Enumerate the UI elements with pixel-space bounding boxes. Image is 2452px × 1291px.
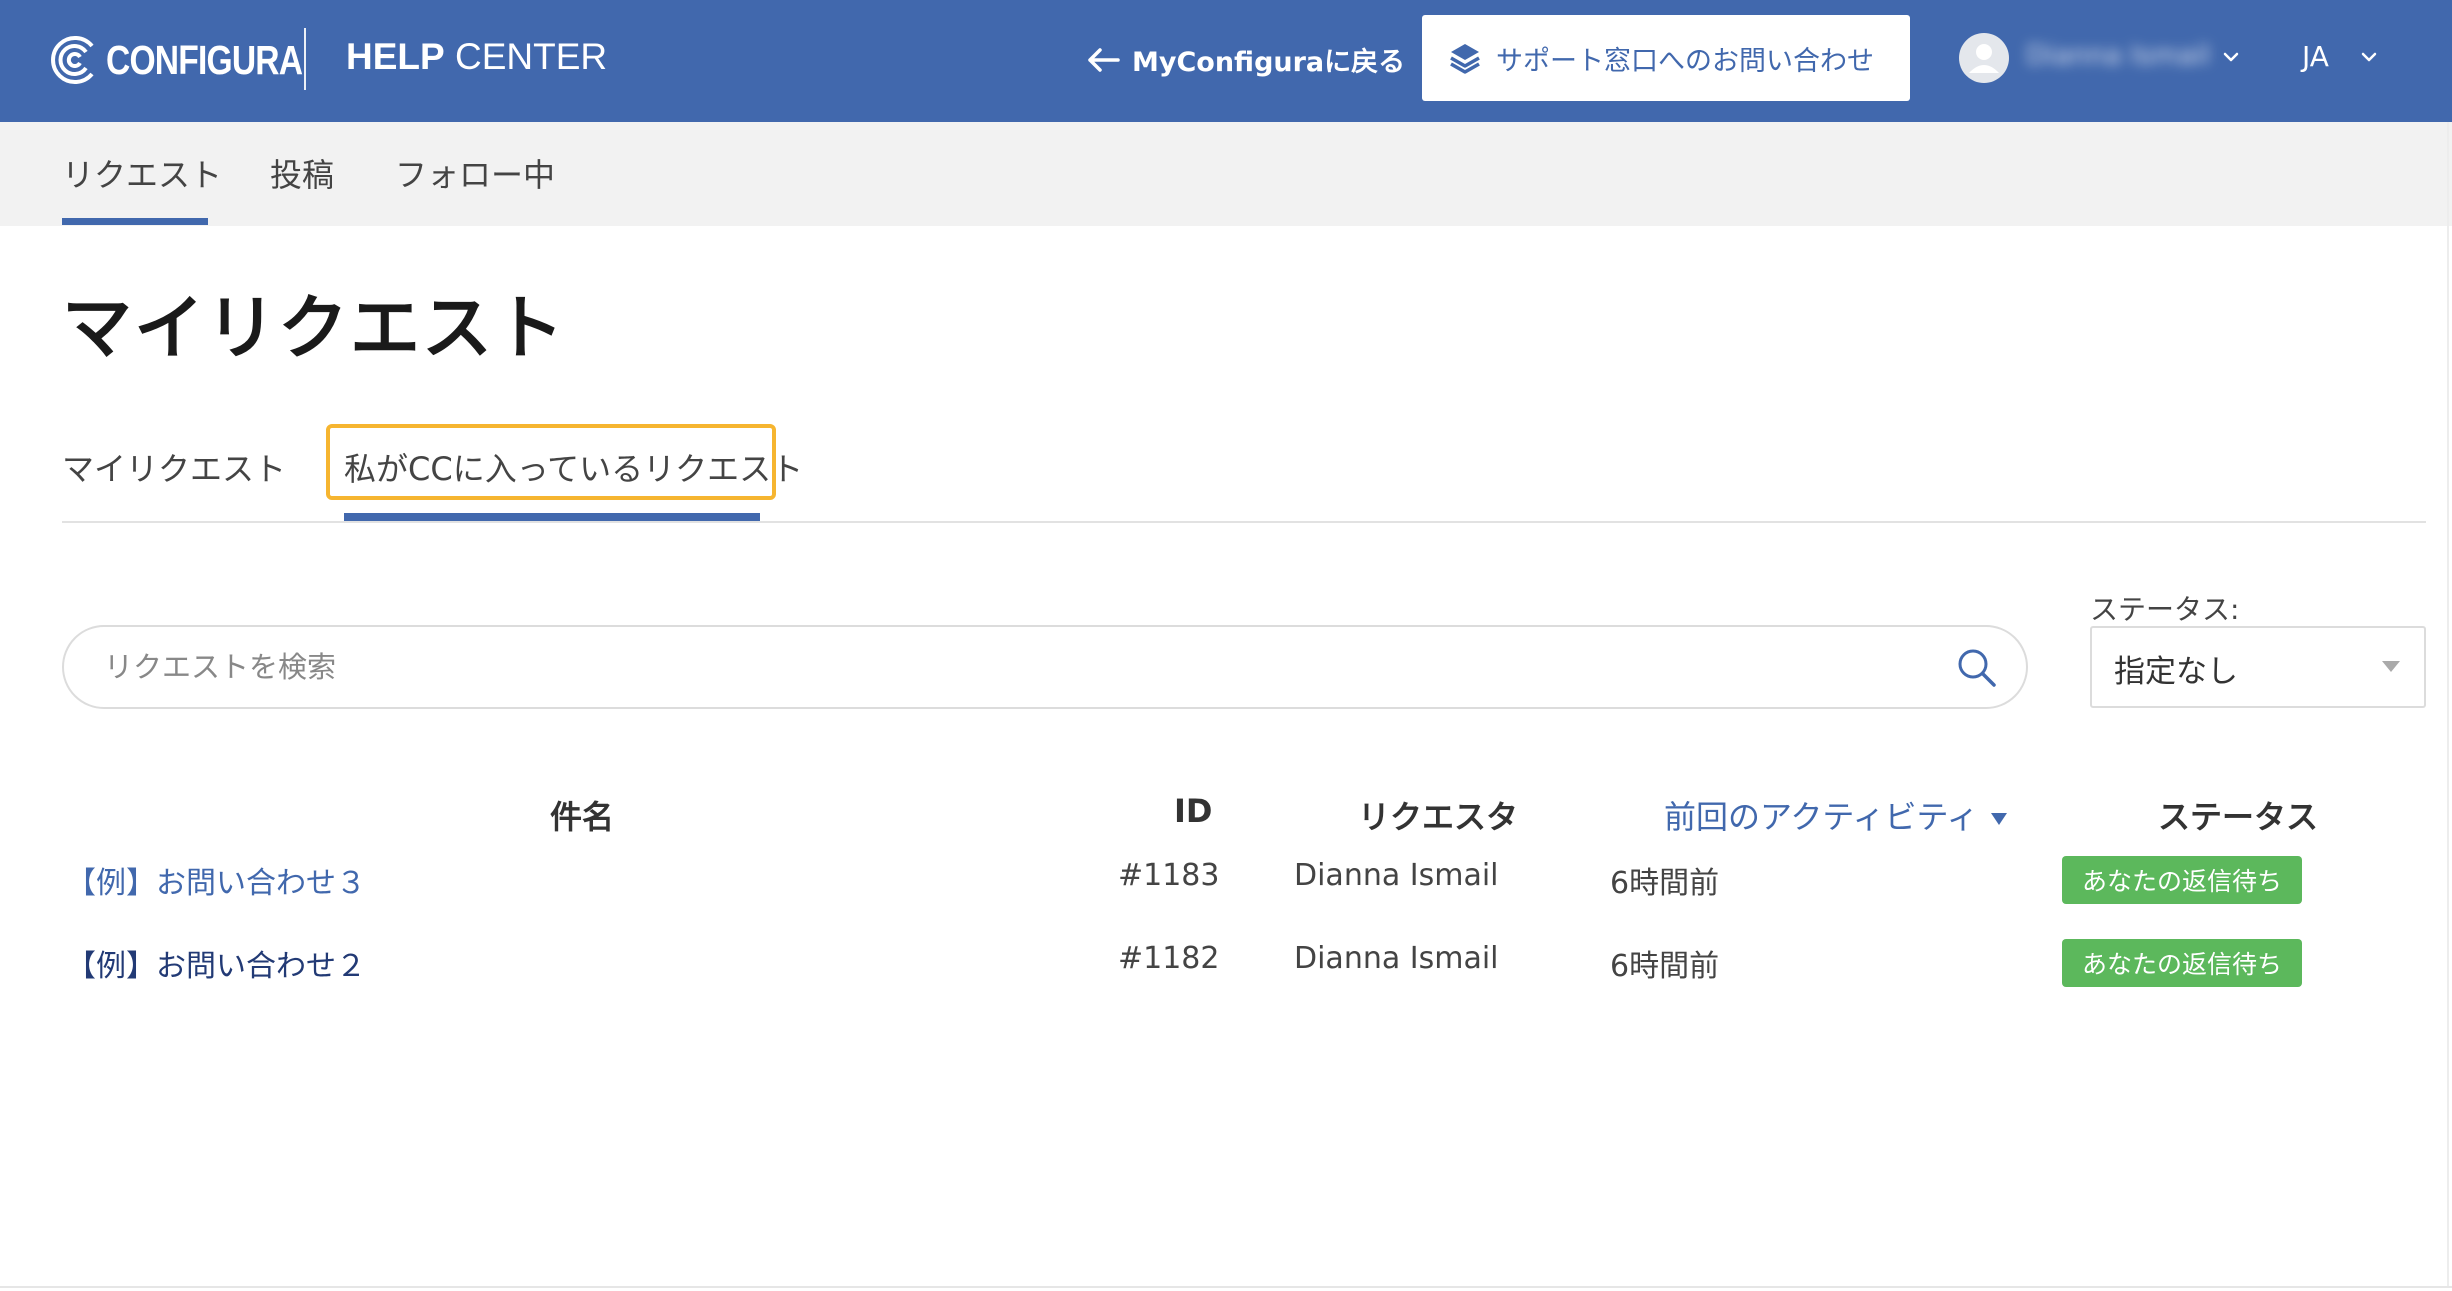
tabs-divider xyxy=(62,521,2426,523)
help-center-title[interactable]: HELP CENTER xyxy=(346,36,607,78)
sort-descending-icon xyxy=(1990,813,2007,825)
configura-logo-icon xyxy=(51,36,94,84)
language-selector[interactable]: JA xyxy=(2302,40,2329,73)
last-activity-header-label: 前回のアクティビティ xyxy=(1664,798,1979,836)
status-filter-label: ステータス: xyxy=(2090,593,2240,626)
status-badge: あなたの返信待ち xyxy=(2062,939,2302,987)
chevron-down-icon[interactable] xyxy=(2358,46,2380,68)
layers-icon xyxy=(1450,44,1480,74)
request-subject-link[interactable]: 【例】お問い合わせ２ xyxy=(66,941,366,985)
help-center-title-bold: HELP xyxy=(346,36,445,77)
user-avatar-icon[interactable] xyxy=(1959,33,2009,83)
back-link-label: MyConfiguraに戻る xyxy=(1132,47,1406,78)
request-subject-link[interactable]: 【例】お問い合わせ３ xyxy=(66,858,366,902)
contact-support-label: サポート窓口へのお問い合わせ xyxy=(1496,45,1874,77)
request-id: #1183 xyxy=(1118,858,1220,893)
user-name[interactable]: Dianna Ismail xyxy=(2026,40,2210,71)
configura-logo[interactable]: CONFIGURA xyxy=(48,30,345,90)
subnav-item-posts[interactable]: 投稿 xyxy=(270,150,334,196)
status-filter-select[interactable]: 指定なし xyxy=(2090,626,2426,708)
request-requester: Dianna Ismail xyxy=(1294,941,1499,976)
page-border-bottom xyxy=(0,1286,2452,1288)
request-id: #1182 xyxy=(1118,941,1220,976)
search-box xyxy=(62,625,2028,709)
chevron-down-icon[interactable] xyxy=(2220,46,2242,68)
column-header-subject: 件名 xyxy=(550,798,615,836)
help-center-title-rest: CENTER xyxy=(444,36,608,77)
subnav-item-following[interactable]: フォロー中 xyxy=(395,150,555,196)
page-title: マイリクエスト xyxy=(62,287,566,369)
contact-support-button[interactable]: サポート窓口へのお問い合わせ xyxy=(1422,15,1910,101)
tab-cc-requests[interactable]: 私がCCに入っているリクエスト xyxy=(344,444,803,490)
column-header-last-activity[interactable]: 前回のアクティビティ xyxy=(1664,792,2007,838)
subnav-active-indicator xyxy=(62,218,208,225)
tab-my-requests[interactable]: マイリクエスト xyxy=(62,444,286,490)
status-filter-value: 指定なし xyxy=(2114,654,2238,690)
search-icon[interactable] xyxy=(1956,647,1998,689)
column-header-id: ID xyxy=(1174,792,1213,830)
search-input[interactable] xyxy=(104,645,1924,689)
tab-active-indicator xyxy=(344,513,760,521)
logo-text: CONFIGURA xyxy=(106,36,303,83)
status-badge: あなたの返信待ち xyxy=(2062,856,2302,904)
request-requester: Dianna Ismail xyxy=(1294,858,1499,893)
top-bar: CONFIGURA HELP CENTER MyConfiguraに戻る サポー… xyxy=(0,0,2452,122)
avatar-silhouette-icon xyxy=(1969,44,1999,73)
request-last-activity: 6時間前 xyxy=(1610,949,1720,984)
column-header-status: ステータス xyxy=(2158,798,2319,836)
column-header-requester: リクエスタ xyxy=(1358,798,1519,836)
arrow-left-icon xyxy=(1088,47,1120,72)
sub-navigation: リクエスト 投稿 フォロー中 xyxy=(0,122,2452,226)
logo-divider xyxy=(304,28,306,90)
caret-down-icon xyxy=(2382,661,2400,672)
back-to-myconfigura-link[interactable]: MyConfiguraに戻る xyxy=(1086,40,1405,79)
subnav-item-requests[interactable]: リクエスト xyxy=(62,150,222,196)
page-border-right xyxy=(2447,122,2449,1288)
request-last-activity: 6時間前 xyxy=(1610,866,1720,901)
